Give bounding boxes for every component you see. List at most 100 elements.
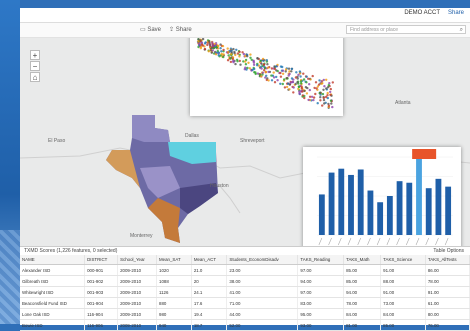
- scatter-point: [319, 96, 322, 99]
- scatter-point: [226, 47, 229, 50]
- scatter-point: [290, 70, 293, 73]
- table-cell: 1088: [156, 275, 192, 287]
- table-row[interactable]: Bowie ISD 116-906 2009-2010 940 18.7 52.00 93.…: [20, 319, 470, 331]
- city-label: El Paso: [48, 138, 66, 144]
- bar[interactable]: [425, 188, 432, 235]
- table-cell: 94.00: [297, 275, 345, 287]
- scatter-point: [238, 55, 241, 58]
- scatter-point: [272, 76, 276, 79]
- map-view[interactable]: El Paso Dallas Houston Monterrey Shrevep…: [20, 38, 470, 246]
- column-header[interactable]: TAKS_AllTests: [425, 255, 470, 265]
- scatter-point: [279, 65, 283, 68]
- bar[interactable]: [367, 190, 374, 235]
- bar[interactable]: [377, 202, 384, 235]
- bar[interactable]: [445, 186, 452, 235]
- scatter-point: [249, 53, 252, 56]
- column-header[interactable]: TAKS_Science: [380, 255, 426, 265]
- table-row[interactable]: Alexander ISD 000-901 2009-2010 1020 21.0 23.…: [20, 264, 470, 276]
- scatter-point: [301, 94, 304, 97]
- scatter-point: [230, 53, 233, 56]
- table-cell: 93.00: [297, 319, 345, 331]
- table-cell: Whitewright ISD: [20, 286, 86, 298]
- column-header[interactable]: TAKS_Math: [343, 255, 382, 265]
- bar[interactable]: [406, 182, 413, 235]
- share-link[interactable]: Share: [448, 10, 464, 16]
- bar-chart-panel[interactable]: [303, 147, 461, 246]
- table-cell: 84.00: [380, 308, 426, 320]
- scatter-point: [206, 43, 209, 47]
- column-header[interactable]: Mean_ACT: [191, 255, 228, 265]
- scatter-point: [298, 92, 301, 95]
- scatter-point: [259, 59, 262, 63]
- scatter-point: [212, 47, 215, 50]
- scatter-point: [312, 98, 315, 102]
- home-button[interactable]: ⌂: [30, 72, 40, 82]
- table-cell: 80.00: [425, 308, 470, 320]
- bar[interactable]: [435, 178, 442, 235]
- bar[interactable]: [396, 181, 403, 235]
- table-cell: 001-904: [84, 297, 119, 309]
- scatter-point: [250, 58, 253, 61]
- scatter-chart-panel[interactable]: [190, 38, 343, 116]
- table-cell: 85.00: [343, 264, 382, 276]
- scatter-point: [300, 82, 303, 85]
- scatter-point: [229, 60, 233, 64]
- table-row[interactable]: Lone Oak ISD 116-904 2009-2010 980 19.4 44.00…: [20, 308, 470, 320]
- scatter-point: [288, 88, 291, 91]
- scatter-point: [308, 83, 311, 86]
- bar[interactable]: [318, 194, 325, 235]
- scatter-point: [326, 91, 329, 95]
- scatter-point: [321, 104, 324, 107]
- save-button[interactable]: ▭ Save: [140, 26, 161, 33]
- table-cell: 116-904: [84, 308, 119, 320]
- table-cell: 2009-2010: [117, 286, 157, 298]
- table-row[interactable]: Gilbreath ISD 001-902 2009-2010 1088 20 38.00…: [20, 275, 470, 287]
- scatter-point: [303, 89, 306, 93]
- column-header[interactable]: Mean_SAT: [156, 255, 192, 265]
- bar[interactable]: [357, 169, 364, 235]
- scatter-chart: [196, 38, 334, 110]
- table-options-button[interactable]: Table Options: [433, 248, 464, 254]
- bar[interactable]: [328, 172, 335, 235]
- x-tick-label: [406, 237, 410, 246]
- texas-choropleth[interactable]: [106, 115, 218, 243]
- scatter-point: [260, 67, 263, 70]
- user-menu[interactable]: DEMO ACCT: [404, 10, 440, 16]
- table-row[interactable]: Beaconsfield Fund ISD 001-904 2009-2010 880…: [20, 297, 470, 309]
- scatter-point: [289, 81, 292, 84]
- scatter-point: [320, 82, 323, 85]
- zoom-in-button[interactable]: +: [30, 50, 40, 60]
- zoom-out-button[interactable]: −: [30, 61, 40, 71]
- bar[interactable]: [416, 158, 422, 235]
- scatter-point: [252, 63, 256, 66]
- table-cell: 44.00: [226, 308, 299, 320]
- scatter-point: [305, 92, 309, 95]
- bar[interactable]: [338, 168, 345, 235]
- scatter-point: [331, 105, 334, 109]
- share-icon: ⇪: [169, 27, 176, 33]
- share-button[interactable]: ⇪ Share: [169, 26, 192, 33]
- scatter-point: [296, 81, 299, 84]
- scatter-point: [199, 47, 202, 50]
- table-cell: Bowie ISD: [20, 319, 86, 331]
- city-label: Houston: [210, 183, 229, 189]
- table-cell: 52.00: [226, 319, 299, 331]
- table-row[interactable]: Whitewright ISD 001-903 2009-2010 1126 24.1 4…: [20, 286, 470, 298]
- scatter-point: [323, 102, 326, 105]
- bar[interactable]: [386, 196, 393, 235]
- table-cell: 85.00: [343, 275, 382, 287]
- city-label: Dallas: [185, 133, 199, 139]
- column-header[interactable]: Students_EconomDisadv: [226, 255, 299, 265]
- x-tick-label: [328, 237, 332, 246]
- scatter-point: [322, 98, 326, 102]
- search-icon[interactable]: ⌕: [460, 26, 463, 34]
- bar[interactable]: [348, 174, 354, 235]
- search-input[interactable]: Find address or place ⌕: [346, 25, 466, 34]
- background-decoration: [0, 230, 20, 324]
- scatter-point: [211, 49, 214, 52]
- column-header[interactable]: TAKS_Reading: [297, 255, 345, 265]
- column-header[interactable]: School_Year: [117, 255, 157, 265]
- column-header[interactable]: DISTRICT: [84, 255, 119, 265]
- column-header[interactable]: NAME: [20, 255, 86, 265]
- scatter-point: [233, 52, 236, 55]
